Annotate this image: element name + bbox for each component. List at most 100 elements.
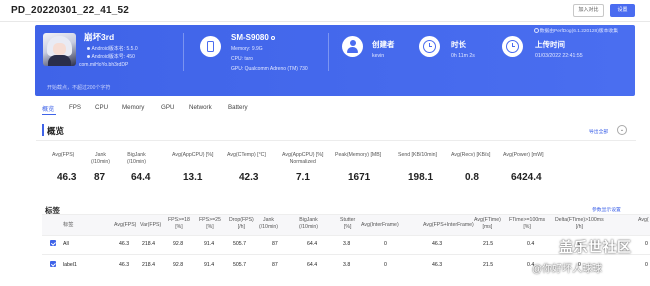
row-label: label1: [63, 262, 77, 268]
metric-value: 64.4: [131, 172, 151, 183]
row-label: All: [63, 241, 69, 247]
column-header: Avg(FPS+InterFrame): [423, 222, 474, 228]
column-header: Avg(InterFrame): [361, 222, 399, 228]
metric-label: Send [KB/10min]: [398, 152, 437, 158]
game-name: 崩坏3rd: [84, 32, 115, 42]
column-header: Avg(FPS): [114, 222, 137, 228]
metric-label: Avg(CTemp) [°C]: [227, 152, 266, 158]
top-bar: PD_20220301_22_41_52 加入对比 设置: [0, 0, 650, 22]
metric-value: 0.8: [465, 172, 479, 183]
column-header: Delta(FTime)>100ms [/h]: [555, 217, 604, 230]
upload-time-label: 上传时间: [535, 40, 565, 49]
metric-value: 1671: [348, 172, 371, 183]
metric-value: 46.3: [57, 172, 77, 183]
tab-battery[interactable]: Battery: [228, 104, 248, 111]
table-cell: 87: [272, 262, 278, 268]
column-header: FPS>=25 [%]: [199, 217, 221, 230]
row-checkbox[interactable]: [50, 261, 56, 267]
upload-time-value: 01/03/2022 22:41:55: [535, 53, 583, 59]
table-cell: 92.8: [173, 241, 184, 247]
metric-value: 87: [94, 172, 106, 183]
column-header: Stutter [%]: [340, 217, 356, 230]
device-memory: Memory: 9.9G: [231, 46, 263, 52]
user-watermark: @你好坏人球球: [532, 264, 603, 275]
game-thumbnail: [43, 33, 76, 66]
table-cell: 0: [645, 241, 648, 247]
creator-label: 创建者: [372, 40, 395, 49]
table-cell: 21.5: [483, 262, 494, 268]
tab-cpu[interactable]: CPU: [95, 104, 108, 111]
column-header: Avg(FTime) [ms]: [474, 217, 501, 230]
column-header: Avg(: [638, 217, 649, 223]
divider: [36, 140, 636, 141]
settings-button[interactable]: 设置: [610, 4, 635, 17]
table-cell: 3.8: [343, 241, 351, 247]
param-display-settings-link[interactable]: 参数显示设置: [592, 206, 621, 213]
tab-overview[interactable]: 概览: [42, 104, 54, 113]
table-cell: 64.4: [307, 262, 318, 268]
divider: [328, 33, 329, 71]
tab-network[interactable]: Network: [189, 104, 212, 111]
table-cell: 46.3: [432, 262, 443, 268]
notice-text: 开始截点，不超过200个字符: [47, 85, 111, 91]
device-model: SM-S9080: [231, 33, 275, 42]
game-version-name: Android版本名: 5.5.0: [87, 45, 138, 52]
android-icon: [87, 55, 90, 59]
column-header: Var(FPS): [140, 222, 162, 228]
column-header: 标签: [63, 222, 74, 228]
divider: [183, 33, 184, 71]
add-to-compare-button[interactable]: 加入对比: [573, 4, 604, 17]
info-icon: [270, 35, 275, 40]
phone-icon: [200, 36, 221, 57]
table-cell: 0: [645, 262, 648, 268]
table-cell: 218.4: [142, 241, 155, 247]
tab-memory[interactable]: Memory: [122, 104, 144, 111]
column-header: Jank (/10min): [259, 217, 279, 230]
active-tab-indicator: [42, 114, 56, 116]
column-header: BigJank (/10min): [299, 217, 319, 230]
metric-label: Avg(AppCPU) [%] Normalized: [282, 152, 324, 165]
section-accent: [42, 124, 44, 136]
metric-label: Avg(FPS): [52, 152, 75, 158]
chevron-down-icon[interactable]: ⌄: [617, 125, 627, 135]
metric-label: Avg(Power) [mW]: [503, 152, 544, 158]
android-icon: [87, 47, 90, 51]
metric-value: 13.1: [183, 172, 203, 183]
table-cell: 505.7: [233, 262, 246, 268]
duration-value: 0h 11m 2s: [451, 53, 475, 59]
clock-icon: [419, 36, 440, 57]
table-cell: 505.7: [233, 241, 246, 247]
page-title: PD_20220301_22_41_52: [11, 5, 129, 16]
device-cpu: CPU: taro: [231, 56, 253, 62]
table-cell: 0: [384, 241, 387, 247]
metric-value: 198.1: [408, 172, 434, 183]
table-cell: 218.4: [142, 262, 155, 268]
table-cell: 91.4: [204, 262, 215, 268]
row-checkbox[interactable]: [50, 240, 56, 246]
metric-label: Avg(Recv) [KB/s]: [451, 152, 491, 158]
tab-fps[interactable]: FPS: [69, 104, 81, 111]
metric-value: 42.3: [239, 172, 259, 183]
metric-label: BigJank (/10min): [127, 152, 147, 165]
session-info-banner: 数据由PerfDog(6.1.220128)版本收集 崩坏3rd Android…: [35, 25, 635, 96]
metric-label: Jank (/10min): [91, 152, 111, 165]
metric-value: 6424.4: [511, 172, 542, 183]
duration-label: 时长: [451, 40, 466, 49]
table-cell: 0.4: [527, 241, 535, 247]
game-package: com.miHoYo.bh3rdDP: [79, 62, 129, 68]
column-header: Drop(FPS) [/h]: [229, 217, 254, 230]
table-cell: 0: [384, 262, 387, 268]
metric-label: Avg(AppCPU) [%]: [172, 152, 214, 158]
site-watermark: 盖乐世社区: [559, 239, 632, 255]
tab-gpu[interactable]: GPU: [161, 104, 174, 111]
game-version-code: Android版本号: 450: [87, 53, 135, 60]
column-header: FTime>=100ms [%]: [509, 217, 546, 230]
user-icon: [342, 36, 363, 57]
creator-value: kevin: [372, 53, 385, 59]
table-cell: 92.8: [173, 262, 184, 268]
metric-label: Peak(Memory) [MB]: [335, 152, 382, 158]
export-all-link[interactable]: 导出全部: [589, 128, 608, 135]
table-cell: 46.3: [119, 262, 130, 268]
data-source-note: 数据由PerfDog(6.1.220128)版本收集: [533, 27, 618, 34]
device-gpu: GPU: Qualcomm Adreno (TM) 730: [231, 66, 308, 72]
